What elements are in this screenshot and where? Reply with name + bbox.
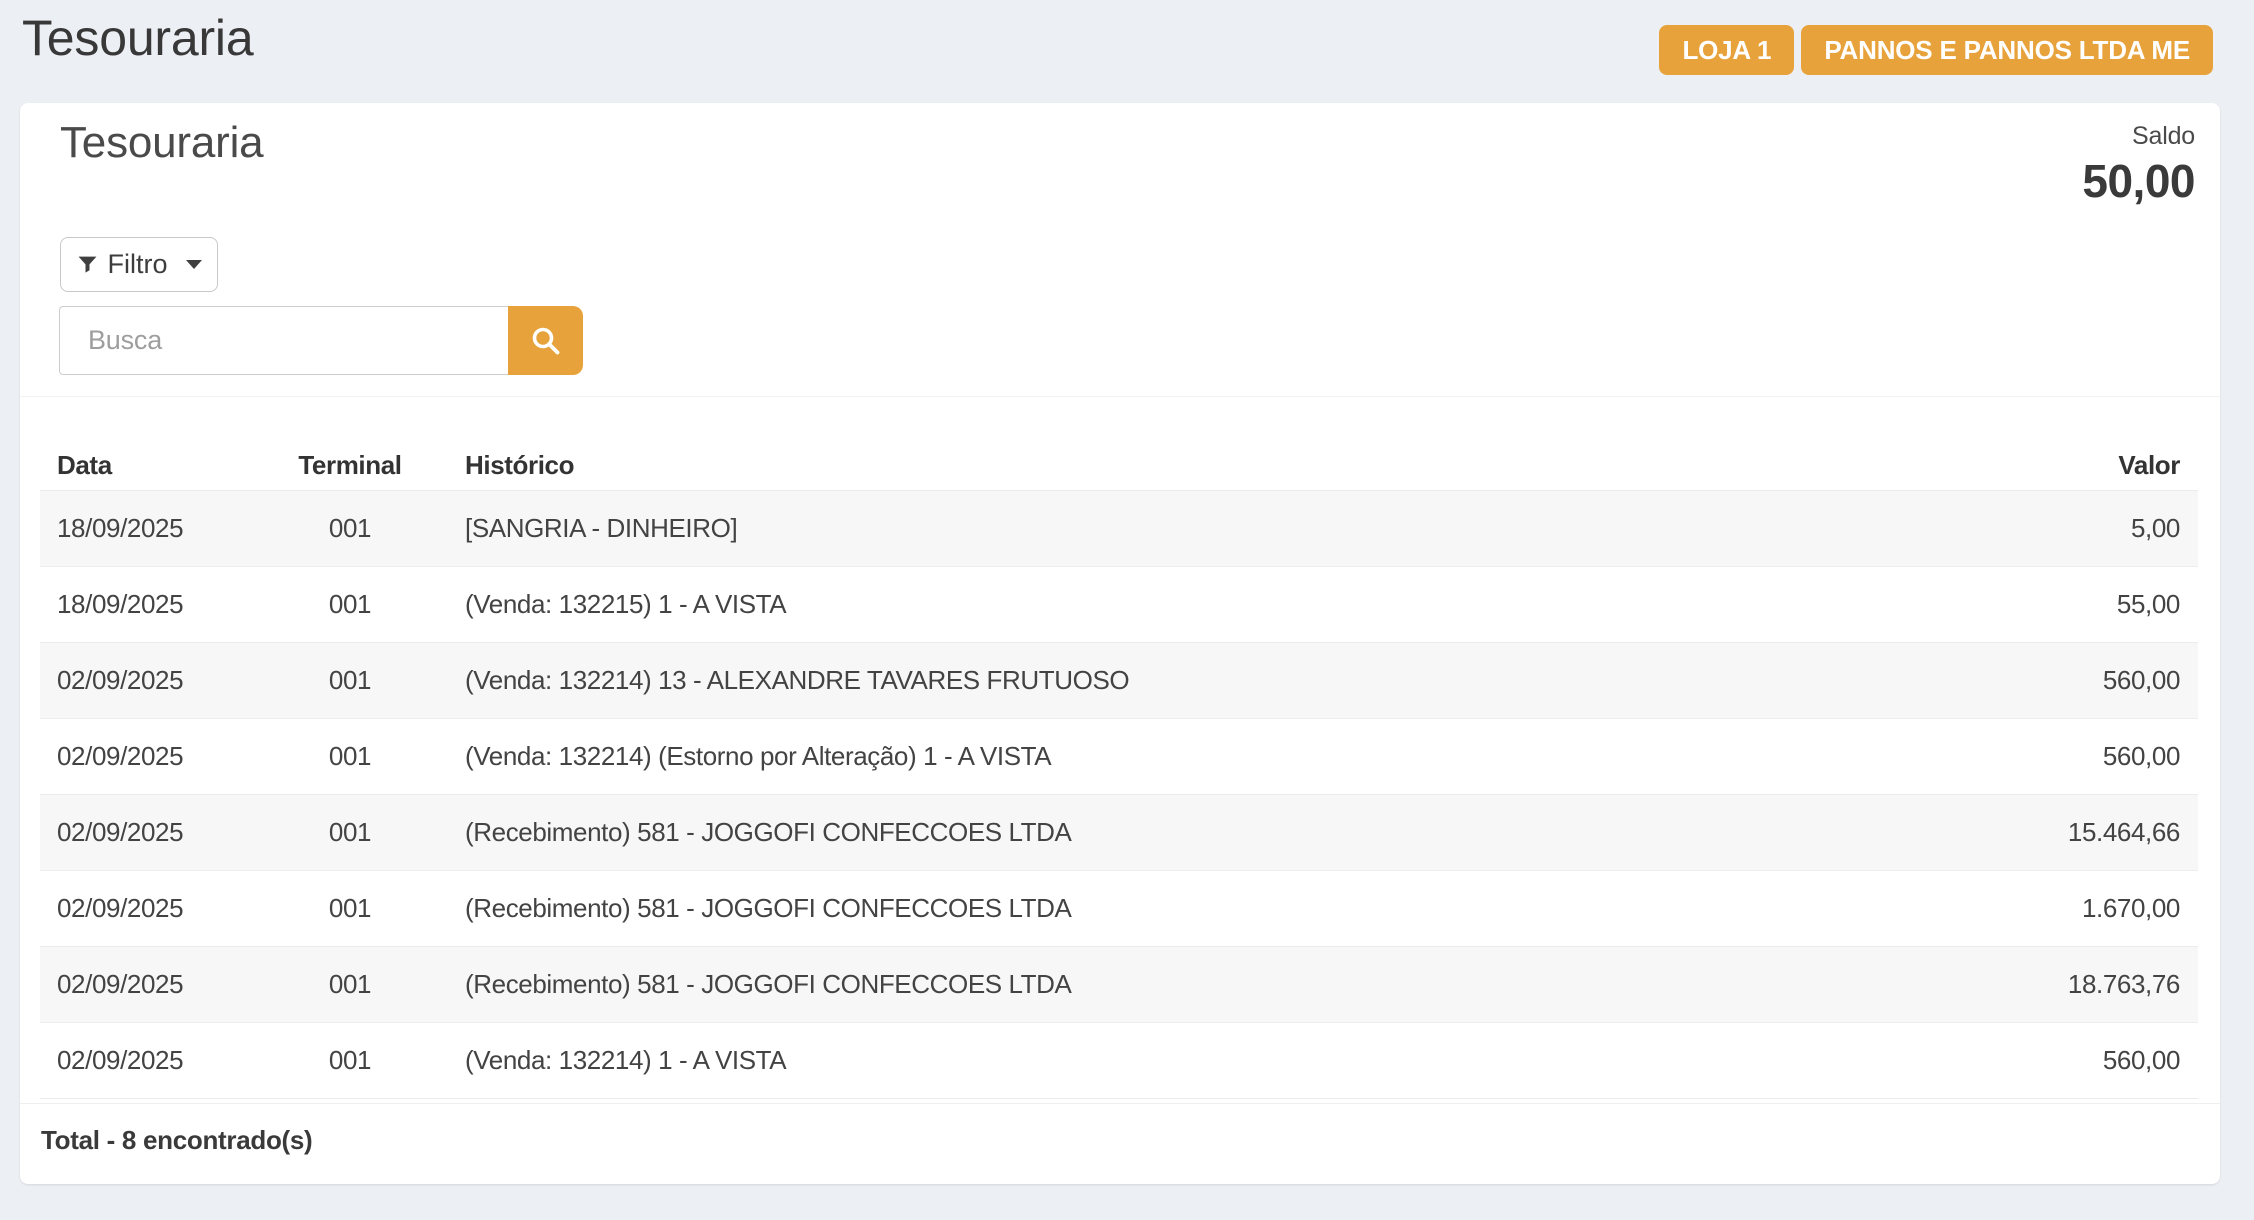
cell-valor: 55,00 [1898, 589, 2198, 620]
card-title: Tesouraria [60, 118, 263, 169]
table-row: 18/09/2025 001 [SANGRIA - DINHEIRO] 5,00 [40, 490, 2198, 566]
cell-terminal: 001 [270, 589, 430, 620]
magnifier-icon [529, 324, 563, 358]
saldo-value: 50,00 [2082, 156, 2195, 207]
cell-historico: (Venda: 132215) 1 - A VISTA [430, 589, 1898, 620]
table-row: 02/09/2025 001 (Recebimento) 581 - JOGGO… [40, 870, 2198, 946]
header-buttons: LOJA 1 PANNOS E PANNOS LTDA ME [1659, 25, 2213, 75]
page-title: Tesouraria [22, 8, 253, 68]
column-header-valor: Valor [1898, 450, 2198, 481]
search-input[interactable] [59, 306, 508, 375]
cell-data: 02/09/2025 [40, 969, 270, 1000]
cell-valor: 5,00 [1898, 513, 2198, 544]
chevron-down-icon [186, 260, 202, 269]
cell-historico: (Venda: 132214) (Estorno por Alteração) … [430, 741, 1898, 772]
cell-data: 18/09/2025 [40, 513, 270, 544]
table-row: 02/09/2025 001 (Venda: 132214) 13 - ALEX… [40, 642, 2198, 718]
search-button[interactable] [508, 306, 583, 375]
cell-data: 02/09/2025 [40, 741, 270, 772]
cell-valor: 1.670,00 [1898, 893, 2198, 924]
cell-terminal: 001 [270, 741, 430, 772]
cell-terminal: 001 [270, 969, 430, 1000]
cell-historico: (Recebimento) 581 - JOGGOFI CONFECCOES L… [430, 893, 1898, 924]
company-button[interactable]: PANNOS E PANNOS LTDA ME [1801, 25, 2213, 75]
cell-historico: (Recebimento) 581 - JOGGOFI CONFECCOES L… [430, 817, 1898, 848]
cell-data: 02/09/2025 [40, 665, 270, 696]
cell-valor: 560,00 [1898, 665, 2198, 696]
filter-button-label: Filtro [108, 249, 168, 280]
card-divider [20, 396, 2220, 397]
table-row: 02/09/2025 001 (Venda: 132214) (Estorno … [40, 718, 2198, 794]
table-body: 18/09/2025 001 [SANGRIA - DINHEIRO] 5,00… [40, 490, 2198, 1099]
cell-terminal: 001 [270, 513, 430, 544]
cell-terminal: 001 [270, 665, 430, 696]
cell-data: 02/09/2025 [40, 893, 270, 924]
table-row: 02/09/2025 001 (Recebimento) 581 - JOGGO… [40, 794, 2198, 870]
cell-historico: [SANGRIA - DINHEIRO] [430, 513, 1898, 544]
saldo-label: Saldo [2082, 123, 2195, 151]
cell-historico: (Recebimento) 581 - JOGGOFI CONFECCOES L… [430, 969, 1898, 1000]
cell-historico: (Venda: 132214) 1 - A VISTA [430, 1045, 1898, 1076]
column-header-data: Data [40, 450, 270, 481]
cell-terminal: 001 [270, 817, 430, 848]
table-row: 02/09/2025 001 (Recebimento) 581 - JOGGO… [40, 946, 2198, 1022]
column-header-terminal: Terminal [270, 450, 430, 481]
cell-historico: (Venda: 132214) 13 - ALEXANDRE TAVARES F… [430, 665, 1898, 696]
cell-data: 18/09/2025 [40, 589, 270, 620]
table-row: 02/09/2025 001 (Venda: 132214) 1 - A VIS… [40, 1022, 2198, 1099]
funnel-icon [77, 254, 98, 275]
store-button[interactable]: LOJA 1 [1659, 25, 1794, 75]
total-found-label: Total - 8 encontrado(s) [41, 1125, 312, 1156]
tesouraria-card: Tesouraria Saldo 50,00 Filtro D [20, 103, 2220, 1184]
search-group [59, 306, 583, 375]
cell-valor: 560,00 [1898, 1045, 2198, 1076]
transactions-table: Data Terminal Histórico Valor 18/09/2025… [40, 440, 2198, 1099]
tesouraria-page: Tesouraria LOJA 1 PANNOS E PANNOS LTDA M… [0, 0, 2254, 1220]
cell-valor: 560,00 [1898, 741, 2198, 772]
cell-terminal: 001 [270, 1045, 430, 1076]
filter-button[interactable]: Filtro [60, 237, 218, 292]
cell-terminal: 001 [270, 893, 430, 924]
cell-data: 02/09/2025 [40, 1045, 270, 1076]
table-header-row: Data Terminal Histórico Valor [40, 440, 2198, 490]
cell-data: 02/09/2025 [40, 817, 270, 848]
column-header-historico: Histórico [430, 450, 1898, 481]
saldo-block: Saldo 50,00 [2082, 123, 2195, 206]
cell-valor: 18.763,76 [1898, 969, 2198, 1000]
footer-divider [20, 1103, 2220, 1104]
table-row: 18/09/2025 001 (Venda: 132215) 1 - A VIS… [40, 566, 2198, 642]
cell-valor: 15.464,66 [1898, 817, 2198, 848]
